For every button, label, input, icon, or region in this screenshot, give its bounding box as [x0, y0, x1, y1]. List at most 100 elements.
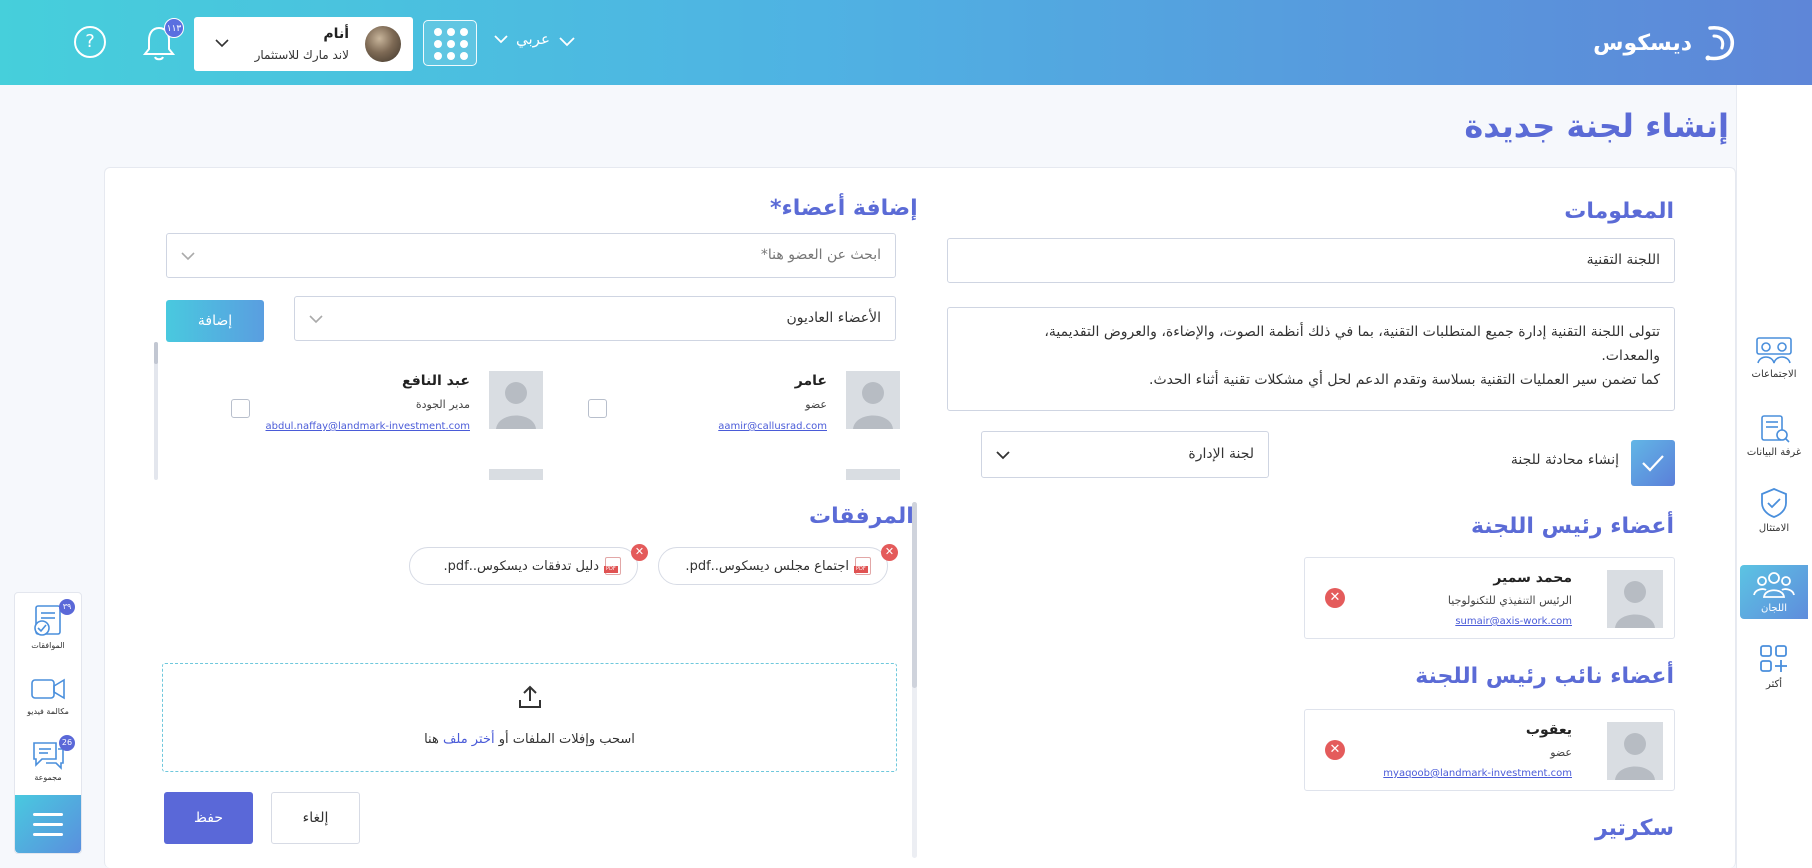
language-selector[interactable]: عربي [494, 30, 550, 48]
attachments-title: المرفقات [809, 504, 914, 529]
create-chat-checkbox[interactable] [1631, 440, 1675, 486]
hamburger-line [33, 833, 63, 836]
avatar [846, 371, 900, 429]
logo-text: ديسكوس [1593, 30, 1692, 56]
committee-name-value: اللجنة التقنية [1586, 252, 1660, 268]
notification-badge: ١١٣ [164, 18, 184, 38]
vice-chair-section-title: أعضاء نائب رئيس اللجنة [1415, 664, 1674, 689]
person-silhouette-icon [853, 382, 893, 429]
description-line: تتولى اللجنة التقنية إدارة جميع المتطلبا… [1044, 324, 1660, 340]
attachment-chip[interactable]: دليل تدفقات ديسكوس..pdf. ✕ [409, 544, 648, 585]
sidebar-item-label: أكثر [1765, 679, 1783, 690]
member-list-scrollbar[interactable] [154, 342, 158, 480]
pdf-file-icon [854, 557, 871, 575]
search-placeholder: ابحث عن العضو هنا* [760, 247, 881, 263]
save-button[interactable]: حفظ [164, 792, 253, 844]
discus-logo-icon [1705, 26, 1735, 61]
member-email[interactable]: abdul.naffay@landmark-investment.com [266, 421, 471, 432]
dropzone-suffix: هنا [424, 732, 439, 747]
list-item [223, 469, 543, 480]
member-search-input[interactable]: ابحث عن العضو هنا* [166, 233, 896, 278]
member-role: عضو [1550, 746, 1572, 759]
member-role: الرئيس التنفيذي للتكنولوجيا [1447, 594, 1572, 607]
chevron-down-icon [996, 450, 1010, 459]
member-email[interactable]: sumair@axis-work.com [1455, 616, 1572, 627]
dropzone-instruction: اسحب وإفلات الملفات أو [498, 732, 635, 747]
user-menu[interactable]: أنام لاند مارك للاستثمار [194, 17, 413, 71]
member-select-checkbox[interactable] [588, 399, 607, 418]
add-member-button[interactable]: إضافة [166, 300, 264, 342]
app-logo[interactable]: ديسكوس [1593, 22, 1738, 64]
hamburger-menu-button[interactable] [15, 795, 81, 853]
hamburger-line [33, 823, 63, 826]
apps-grid-button[interactable] [423, 20, 477, 66]
chevron-down-icon [215, 39, 229, 48]
meetings-icon [1756, 337, 1792, 364]
person-silhouette-icon [1615, 581, 1655, 628]
video-camera-icon [31, 678, 65, 700]
create-chat-label: إنشاء محادثة للجنة [1510, 452, 1619, 468]
remove-icon[interactable]: ✕ [1325, 588, 1345, 608]
member-type-select[interactable]: الأعضاء العاديون [294, 296, 896, 341]
sidebar-item-label: الامتثال [1758, 523, 1790, 534]
member-name: يعقوب [1525, 722, 1572, 738]
chair-member-card: محمد سمير الرئيس التنفيذي للتكنولوجيا su… [1304, 557, 1675, 639]
member-name: عبد النافع [402, 373, 470, 389]
hamburger-line [33, 813, 63, 816]
cancel-button[interactable]: إلغاء [271, 792, 360, 844]
sidebar-item-more[interactable]: أكثر [1740, 643, 1808, 699]
description-line: والمعدات. [1601, 348, 1660, 364]
attachment-chip[interactable]: اجتماع مجلس ديسكوس..pdf. ✕ [658, 544, 898, 585]
member-type-value: الأعضاء العاديون [786, 310, 882, 326]
data-room-icon [1761, 415, 1790, 443]
chevron-down-icon [309, 314, 323, 323]
remove-icon[interactable]: ✕ [631, 544, 648, 561]
remove-icon[interactable]: ✕ [881, 544, 898, 561]
remove-icon[interactable]: ✕ [1325, 740, 1345, 760]
quick-access-panel: الموافقات ٣٩ مكالمة فيديو مجموعة 26 [14, 592, 82, 854]
attachment-name: دليل تدفقات ديسكوس..pdf. [443, 558, 599, 574]
member-email[interactable]: aamir@callusrad.com [718, 421, 827, 432]
avatar [846, 469, 900, 480]
person-silhouette-icon [1615, 733, 1655, 780]
form-scrollbar[interactable] [912, 502, 917, 858]
avatar [489, 469, 543, 480]
sidebar: الاجتماعات غرفة البيانات الامتثال اللجان [1736, 85, 1812, 868]
chevron-down-icon[interactable] [558, 34, 576, 50]
page-title: إنشاء لجنة جديدة [1464, 107, 1729, 145]
sidebar-item-compliance[interactable]: الامتثال [1740, 487, 1808, 543]
member-role: عضو [805, 398, 827, 411]
member-name: عامر [794, 373, 827, 389]
sidebar-item-committees[interactable]: اللجان [1740, 565, 1808, 619]
avatar [1607, 570, 1663, 628]
info-section-title: المعلومات [1564, 199, 1674, 224]
sidebar-item-data-room[interactable]: غرفة البيانات [1740, 413, 1808, 469]
add-members-title: إضافة أعضاء* [770, 196, 918, 221]
avatar [365, 26, 401, 62]
member-select-checkbox[interactable] [231, 399, 250, 418]
video-call-button[interactable]: مكالمة فيديو [15, 673, 81, 716]
list-item [580, 469, 900, 480]
checkmark-icon [1642, 455, 1664, 472]
list-item: عبد النافع مدير الجودة abdul.naffay@land… [223, 371, 543, 441]
committee-type-value: لجنة الإدارة [1188, 446, 1254, 462]
help-icon[interactable]: ? [74, 26, 106, 58]
compliance-shield-icon [1761, 488, 1787, 518]
user-name: أنام [323, 26, 349, 42]
chevron-down-icon [181, 251, 195, 260]
member-role: مدير الجودة [415, 398, 470, 411]
vice-chair-member-card: يعقوب عضو myaqoob@landmark-investment.co… [1304, 709, 1675, 791]
member-name: محمد سمير [1493, 570, 1572, 586]
committee-type-select[interactable]: لجنة الإدارة [981, 431, 1269, 478]
member-email[interactable]: myaqoob@landmark-investment.com [1383, 768, 1572, 779]
committee-description-textarea[interactable]: تتولى اللجنة التقنية إدارة جميع المتطلبا… [947, 307, 1675, 411]
language-label: عربي [516, 30, 550, 48]
file-dropzone[interactable]: اسحب وإفلات الملفات أو أختر ملف هنا [162, 663, 897, 772]
sidebar-item-meetings[interactable]: الاجتماعات [1740, 335, 1808, 391]
approvals-badge: ٣٩ [59, 599, 75, 615]
upload-icon [519, 685, 541, 708]
choose-file-link[interactable]: أختر ملف [443, 732, 495, 747]
list-item: عامر عضو aamir@callusrad.com [580, 371, 900, 441]
committee-name-input[interactable]: اللجنة التقنية [947, 238, 1675, 283]
more-grid-icon [1760, 645, 1787, 672]
